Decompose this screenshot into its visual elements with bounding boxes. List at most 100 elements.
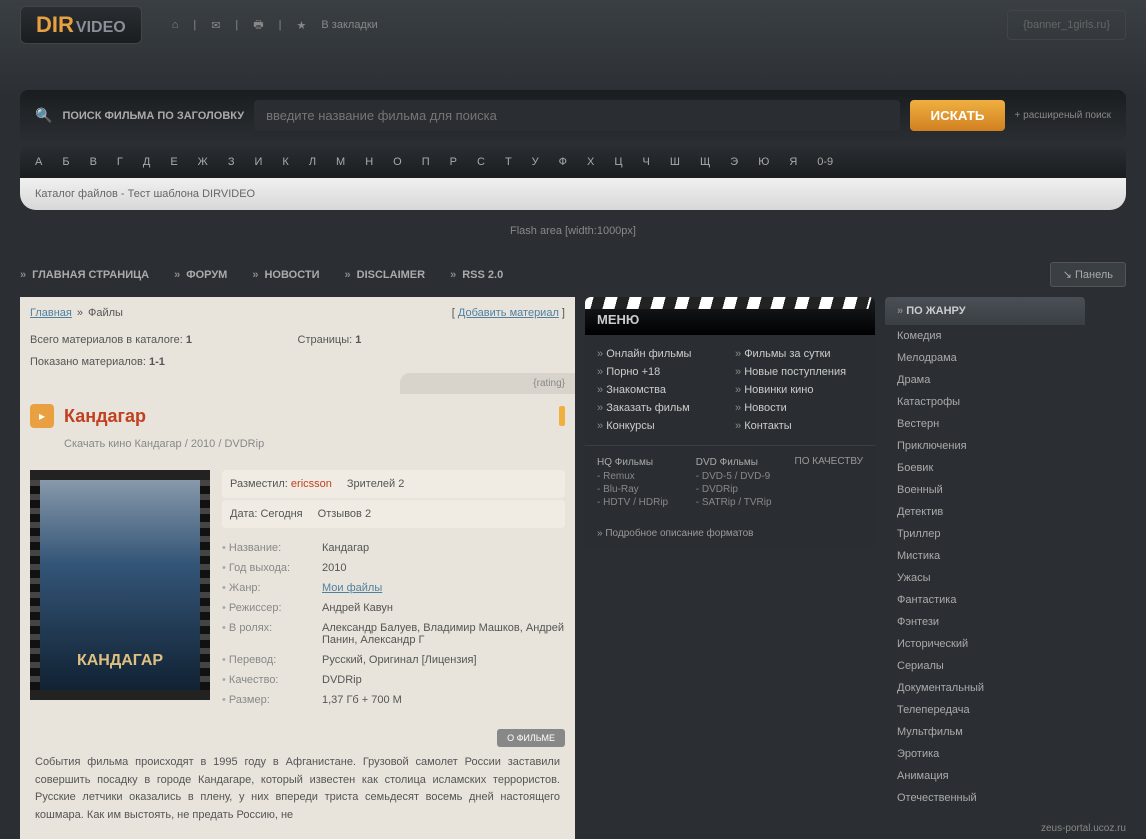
logo-dir: DIR	[36, 12, 74, 38]
genre-Исторический[interactable]: Исторический	[885, 633, 1085, 655]
nav-rss-2.0[interactable]: RSS 2.0	[450, 269, 503, 281]
film-field-value: DVDRip	[322, 674, 565, 686]
genre-Катастрофы[interactable]: Катастрофы	[885, 391, 1085, 413]
alpha-Е[interactable]: Е	[170, 156, 177, 168]
add-material-link[interactable]: Добавить материал	[458, 307, 559, 319]
search-button[interactable]: ИСКАТЬ	[910, 100, 1004, 131]
genre-Фэнтези[interactable]: Фэнтези	[885, 611, 1085, 633]
alpha-Я[interactable]: Я	[789, 156, 797, 168]
alpha-Ю[interactable]: Ю	[758, 156, 769, 168]
menu-item[interactable]: Новости	[735, 399, 863, 417]
alpha-Х[interactable]: Х	[587, 156, 594, 168]
alpha-М[interactable]: М	[336, 156, 345, 168]
author-link[interactable]: ericsson	[291, 478, 332, 490]
breadcrumb-home[interactable]: Главная	[30, 307, 72, 319]
banner-placeholder: {banner_1girls.ru}	[1007, 10, 1126, 40]
alpha-С[interactable]: С	[477, 156, 485, 168]
genre-Телепередача[interactable]: Телепередача	[885, 699, 1085, 721]
film-field-value: Русский, Оригинал [Лицензия]	[322, 654, 565, 666]
panel-button[interactable]: ↘ Панель	[1050, 262, 1126, 287]
alpha-У[interactable]: У	[532, 156, 539, 168]
genre-header: ПО ЖАНРУ	[885, 297, 1085, 325]
alpha-Щ[interactable]: Щ	[700, 156, 710, 168]
menu-item[interactable]: Онлайн фильмы	[597, 345, 725, 363]
alpha-В[interactable]: В	[90, 156, 97, 168]
menu-item[interactable]: Фильмы за сутки	[735, 345, 863, 363]
genre-Комедия[interactable]: Комедия	[885, 325, 1085, 347]
menu-item[interactable]: Заказать фильм	[597, 399, 725, 417]
genre-Мелодрама[interactable]: Мелодрама	[885, 347, 1085, 369]
alpha-И[interactable]: И	[255, 156, 263, 168]
logo[interactable]: DIR VIDEO	[20, 6, 142, 44]
genre-Военный[interactable]: Военный	[885, 479, 1085, 501]
quality-item[interactable]: - Blu-Ray	[597, 483, 686, 496]
catalog-subtitle: Каталог файлов - Тест шаблона DIRVIDEO	[20, 178, 1126, 210]
star-icon[interactable]: ★	[297, 19, 307, 32]
genre-Мистика[interactable]: Мистика	[885, 545, 1085, 567]
genre-Сериалы[interactable]: Сериалы	[885, 655, 1085, 677]
alpha-Н[interactable]: Н	[365, 156, 373, 168]
quality-item[interactable]: - Remux	[597, 470, 686, 483]
alpha-0-9[interactable]: 0-9	[817, 156, 833, 168]
genre-Ужасы[interactable]: Ужасы	[885, 567, 1085, 589]
film-title[interactable]: Кандагар	[64, 406, 146, 427]
genre-Мультфильм[interactable]: Мультфильм	[885, 721, 1085, 743]
genre-Эротика[interactable]: Эротика	[885, 743, 1085, 765]
alpha-К[interactable]: К	[282, 156, 288, 168]
alpha-Ч[interactable]: Ч	[643, 156, 650, 168]
menu-item[interactable]: Знакомства	[597, 381, 725, 399]
alpha-А[interactable]: А	[35, 156, 42, 168]
alpha-П[interactable]: П	[422, 156, 430, 168]
alpha-Ц[interactable]: Ц	[614, 156, 622, 168]
nav-disclaimer[interactable]: DISCLAIMER	[345, 269, 426, 281]
quality-item[interactable]: - SATRip / TVRip	[696, 496, 785, 509]
alpha-Ф[interactable]: Ф	[559, 156, 567, 168]
genre-Драма[interactable]: Драма	[885, 369, 1085, 391]
nav-главная-страница[interactable]: ГЛАВНАЯ СТРАНИЦА	[20, 269, 149, 281]
genre-Вестерн[interactable]: Вестерн	[885, 413, 1085, 435]
flag-icon	[559, 406, 565, 426]
alpha-Э[interactable]: Э	[730, 156, 738, 168]
alpha-Г[interactable]: Г	[117, 156, 123, 168]
genre-Фантастика[interactable]: Фантастика	[885, 589, 1085, 611]
menu-item[interactable]: Новинки кино	[735, 381, 863, 399]
search-input[interactable]	[254, 100, 900, 131]
nav-форум[interactable]: ФОРУМ	[174, 269, 227, 281]
advanced-search-link[interactable]: + расширеный поиск	[1015, 110, 1111, 121]
alpha-Ш[interactable]: Ш	[670, 156, 680, 168]
alpha-Б[interactable]: Б	[62, 156, 69, 168]
quality-item[interactable]: - DVD-5 / DVD-9	[696, 470, 785, 483]
genre-Анимация[interactable]: Анимация	[885, 765, 1085, 787]
alpha-Д[interactable]: Д	[143, 156, 150, 168]
print-icon[interactable]: 🖶	[253, 16, 263, 35]
alpha-Ж[interactable]: Ж	[198, 156, 208, 168]
menu-item[interactable]: Конкурсы	[597, 417, 725, 435]
film-poster[interactable]: КАНДАГАР	[30, 470, 210, 700]
genre-Боевик[interactable]: Боевик	[885, 457, 1085, 479]
footer-link[interactable]: zeus-portal.ucoz.ru	[1041, 823, 1126, 834]
genre-Документальный[interactable]: Документальный	[885, 677, 1085, 699]
film-field-value[interactable]: Мои файлы	[322, 582, 565, 594]
mail-icon[interactable]: ✉	[211, 19, 220, 32]
menu-item[interactable]: Новые поступления	[735, 363, 863, 381]
nav-новости[interactable]: НОВОСТИ	[252, 269, 319, 281]
menu-item[interactable]: Порно +18	[597, 363, 725, 381]
quality-item[interactable]: - DVDRip	[696, 483, 785, 496]
quality-item[interactable]: - HDTV / HDRip	[597, 496, 686, 509]
alpha-Р[interactable]: Р	[450, 156, 457, 168]
home-icon[interactable]: ⌂	[172, 19, 179, 31]
alpha-Л[interactable]: Л	[309, 156, 316, 168]
film-field-value: Андрей Кавун	[322, 602, 565, 614]
about-tab[interactable]: О ФИЛЬМЕ	[497, 729, 565, 747]
genre-Приключения[interactable]: Приключения	[885, 435, 1085, 457]
menu-item[interactable]: Контакты	[735, 417, 863, 435]
alpha-Т[interactable]: Т	[505, 156, 512, 168]
genre-Триллер[interactable]: Триллер	[885, 523, 1085, 545]
genre-Детектив[interactable]: Детектив	[885, 501, 1085, 523]
more-formats-link[interactable]: Подробное описание форматов	[585, 520, 875, 547]
alpha-О[interactable]: О	[393, 156, 402, 168]
genre-Отечественный[interactable]: Отечественный	[885, 787, 1085, 809]
bookmark-link[interactable]: В закладки	[321, 19, 377, 31]
film-icon: ▸	[30, 404, 54, 428]
alpha-З[interactable]: З	[228, 156, 235, 168]
